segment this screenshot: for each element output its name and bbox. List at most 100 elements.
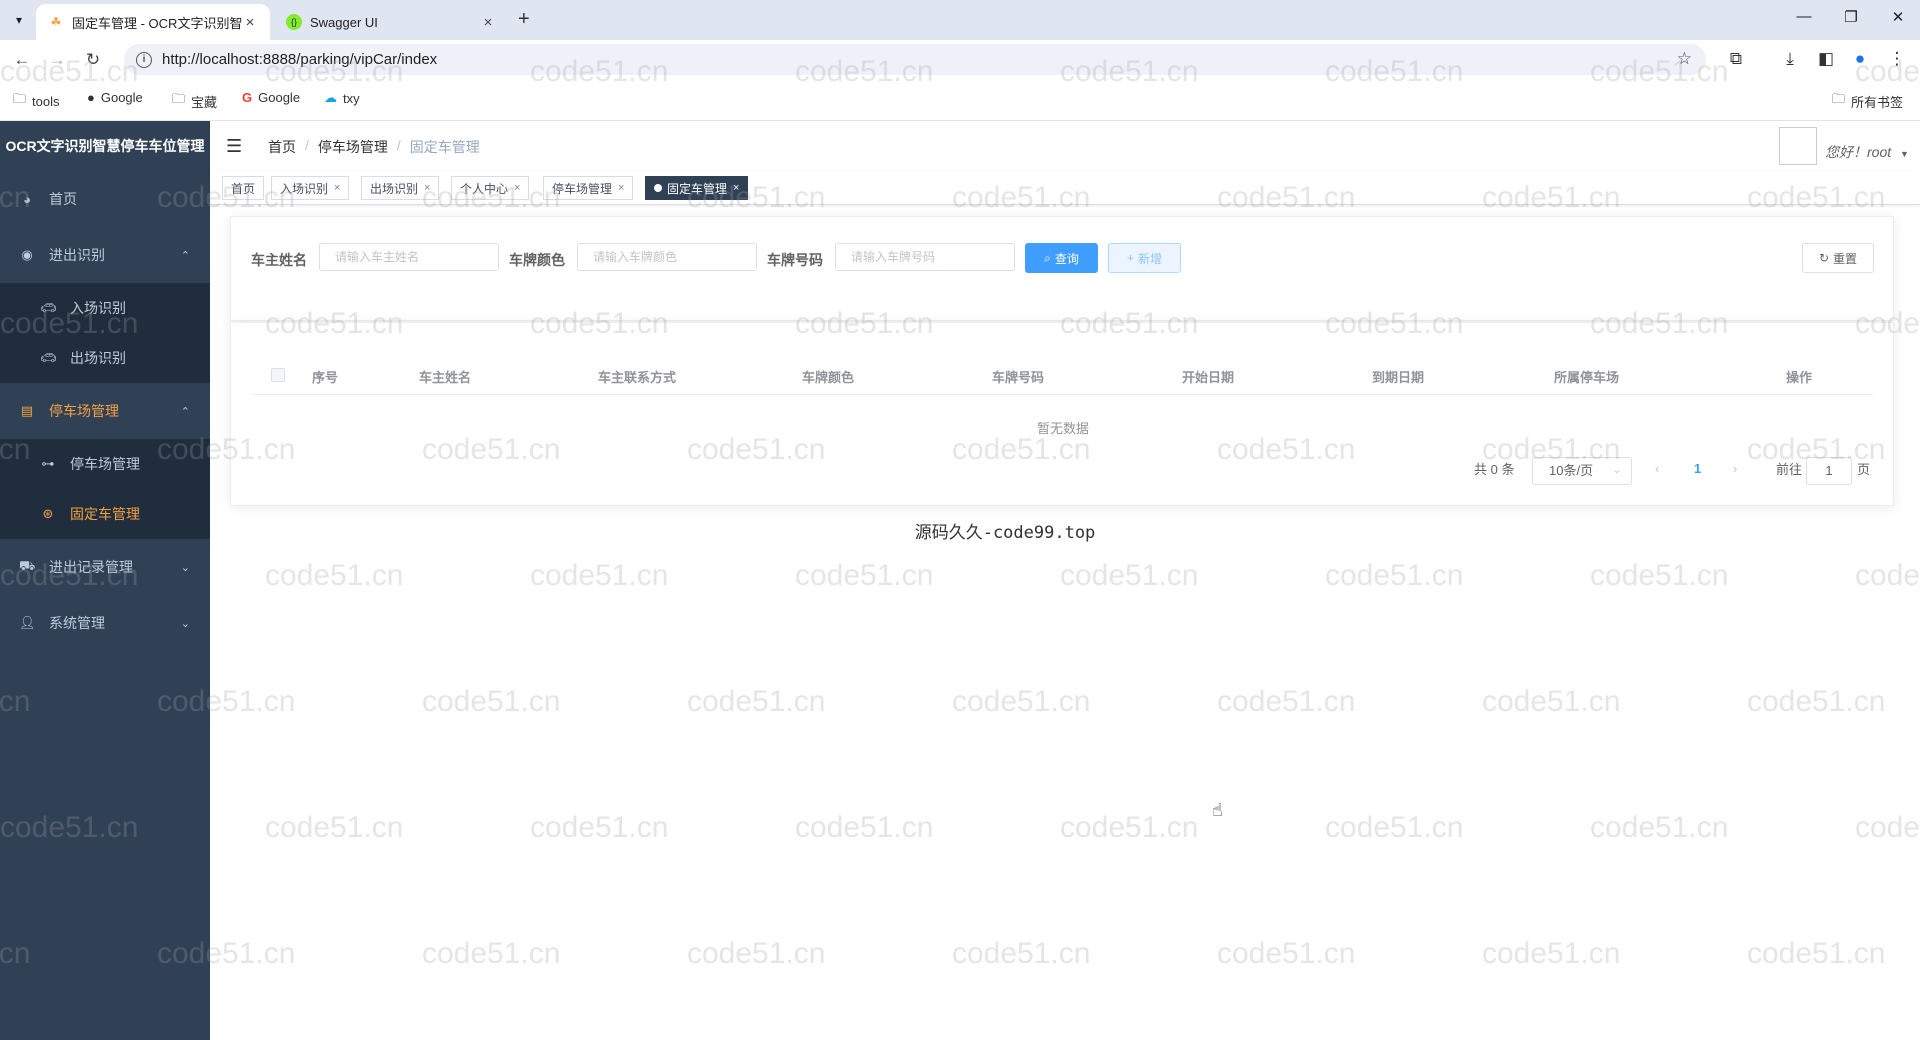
close-window-icon[interactable]: ✕	[1884, 8, 1912, 26]
sidebar-item-label: 首页	[49, 191, 77, 207]
watermark-text: code51.cn	[795, 811, 934, 844]
column-header: 车主联系方式	[598, 370, 677, 385]
sidebar-item-home[interactable]: ◕ 首页	[0, 171, 210, 227]
bookmark-label: txy	[343, 90, 360, 106]
tab-search-chevron-icon[interactable]: ▾	[8, 9, 30, 31]
close-tab-icon[interactable]: ×	[480, 14, 496, 31]
tag-exit-recognition[interactable]: 出场识别 ×	[361, 176, 440, 200]
all-bookmarks[interactable]: 🗀 所有书签	[1832, 90, 1903, 112]
reload-icon[interactable]: ↻	[81, 48, 105, 72]
column-header: 序号	[312, 370, 339, 385]
browser-tab-swagger[interactable]: {} Swagger UI ×	[274, 4, 508, 40]
goto-page-input[interactable]: 1	[1806, 457, 1852, 485]
close-icon[interactable]: ×	[514, 182, 520, 194]
url-text[interactable]: http://localhost:8888/parking/vipCar/ind…	[162, 51, 437, 68]
bookmark-star-icon[interactable]: ☆	[1677, 49, 1692, 69]
plate-number-input[interactable]: 请输入车牌号码	[835, 243, 1015, 271]
avatar[interactable]	[1779, 127, 1817, 165]
sidebar-item-exit-recognition[interactable]: 🚗︎ 出场识别	[0, 333, 210, 383]
tag-entry-recognition[interactable]: 入场识别 ×	[271, 176, 350, 200]
tag-parking-management[interactable]: 停车场管理 ×	[543, 176, 634, 200]
sidebar-item-parking-lot[interactable]: ⊶ 停车场管理	[0, 439, 210, 489]
tree-icon: ⊶	[41, 456, 55, 471]
caret-down-icon[interactable]: ▼	[1900, 149, 1909, 159]
reset-button[interactable]: ↻ 重置	[1802, 243, 1874, 273]
owner-name-input[interactable]: 请输入车主姓名	[319, 243, 499, 271]
query-button[interactable]: ⌕ 查询	[1025, 243, 1098, 273]
watermark-text: code51.cn	[1060, 559, 1199, 592]
download-icon[interactable]: ⤓	[1779, 49, 1801, 69]
column-header: 操作	[1786, 370, 1813, 385]
sidebar-item-label: 入场识别	[70, 300, 126, 316]
browser-tab-active[interactable]: ☘ 固定车管理 - OCR文字识别智慧 ×	[36, 4, 270, 40]
back-icon[interactable]: ←	[10, 48, 34, 72]
bookmark-treasure[interactable]: 🗀 宝藏	[172, 90, 217, 112]
tag-personal-center[interactable]: 个人中心 ×	[451, 176, 530, 200]
side-panel-icon[interactable]: ◧	[1815, 49, 1837, 69]
greeting-text[interactable]: 您好！root	[1825, 142, 1891, 162]
browser-tab-strip: ▾ ☘ 固定车管理 - OCR文字识别智慧 × {} Swagger UI × …	[0, 0, 1920, 40]
watermark-text: code51.cn	[952, 937, 1091, 970]
extensions-icon[interactable]: ⧉	[1725, 49, 1747, 69]
select-all-checkbox[interactable]	[271, 368, 285, 382]
add-button[interactable]: + 新增	[1108, 243, 1181, 273]
watermark-text: code51.cn	[422, 937, 561, 970]
bookmark-google-2[interactable]: G Google	[242, 90, 300, 105]
column-header: 车牌颜色	[802, 370, 855, 385]
sidebar-item-entry-recognition[interactable]: 🚗︎ 入场识别	[0, 283, 210, 333]
bookmark-label: Google	[100, 90, 143, 105]
bookmark-tools[interactable]: 🗀 tools	[13, 90, 59, 112]
browser-tab-title: 固定车管理 - OCR文字识别智慧	[72, 15, 242, 31]
address-bar[interactable]: i http://localhost:8888/parking/vipCar/i…	[124, 44, 1706, 75]
column-header: 开始日期	[1182, 370, 1235, 385]
close-tab-icon[interactable]: ×	[242, 14, 258, 31]
hand-cursor-icon: ☝	[1212, 800, 1223, 820]
sidebar-item-access-records[interactable]: ⛟ 进出记录管理 ⌄	[0, 539, 210, 595]
breadcrumb: 首页 / 停车场管理 / 固定车管理	[268, 137, 480, 157]
prev-page-icon[interactable]: ‹	[1655, 461, 1659, 476]
close-icon[interactable]: ×	[334, 182, 340, 194]
watermark-text: code51.cn	[1590, 811, 1729, 844]
minimize-icon[interactable]: —	[1790, 8, 1818, 25]
next-page-icon[interactable]: ›	[1733, 461, 1737, 476]
plate-color-label: 车牌颜色	[509, 252, 565, 268]
breadcrumb-separator: /	[396, 137, 401, 153]
owner-name-label: 车主姓名	[251, 252, 307, 268]
search-form: 车主姓名 请输入车主姓名 车牌颜色 请输入车牌颜色 车牌号码 请输入车牌号码 ⌕…	[230, 216, 1894, 321]
plate-color-input[interactable]: 请输入车牌颜色	[577, 243, 757, 271]
sidebar-item-system[interactable]: 👤︎ 系统管理 ⌄	[0, 595, 210, 651]
watermark-text: code51.cn	[1747, 685, 1886, 718]
sidebar-item-label: 系统管理	[49, 615, 105, 631]
page-size-select[interactable]: 10条/页 ⌄	[1532, 457, 1632, 485]
close-icon[interactable]: ×	[424, 182, 430, 194]
close-icon[interactable]: ×	[618, 182, 624, 194]
tag-fixed-car-management[interactable]: 固定车管理 ×	[645, 176, 749, 200]
chevron-down-icon: ⌄	[180, 617, 190, 630]
bookmarks-bar: 🗀 tools ● Google 🗀 宝藏 G Google ☁ txy 🗀 所有书签	[0, 79, 1920, 121]
hamburger-icon[interactable]: ☰	[226, 136, 242, 157]
more-menu-icon[interactable]: ⋮	[1886, 49, 1908, 69]
profile-icon[interactable]: ●	[1849, 49, 1871, 69]
tag-label: 停车场管理	[552, 181, 613, 196]
watermark-text: code51.cn	[687, 685, 826, 718]
new-tab-button[interactable]: +	[518, 8, 530, 31]
bookmark-google-1[interactable]: ● Google	[87, 90, 143, 105]
sidebar-item-label: 进出记录管理	[49, 559, 133, 575]
restore-icon[interactable]: ❐	[1837, 8, 1865, 26]
eye-icon: ◉	[21, 247, 33, 262]
chevron-down-icon: ⌄	[1612, 465, 1621, 476]
breadcrumb-home[interactable]: 首页	[268, 137, 296, 157]
forward-icon[interactable]: →	[45, 48, 69, 72]
sidebar-item-parking-management[interactable]: ▤ 停车场管理 ⌃	[0, 383, 210, 439]
table-header: 序号 车主姓名 车主联系方式 车牌颜色 车牌号码 开始日期 到期日期 所属停车场…	[251, 355, 1873, 395]
breadcrumb-parking[interactable]: 停车场管理	[318, 137, 388, 157]
page-number-current[interactable]: 1	[1694, 461, 1701, 476]
sidebar-item-label: 进出识别	[49, 247, 105, 263]
tag-home[interactable]: 首页	[222, 176, 265, 200]
close-icon[interactable]: ×	[733, 182, 739, 194]
watermark-text: code51.cn	[1855, 811, 1920, 844]
site-info-icon[interactable]: i	[136, 51, 152, 68]
bookmark-txy[interactable]: ☁ txy	[324, 90, 360, 106]
sidebar-item-recognition[interactable]: ◉ 进出识别 ⌃	[0, 227, 210, 283]
app-navbar: ☰ 首页 / 停车场管理 / 固定车管理 您好！root ▼	[210, 121, 1920, 171]
